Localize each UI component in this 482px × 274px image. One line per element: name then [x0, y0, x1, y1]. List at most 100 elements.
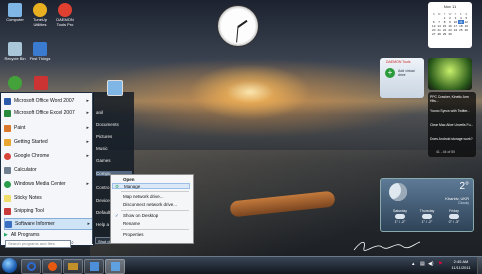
- desktop-icon-label: Recycle Bin: [4, 56, 26, 61]
- start-search-input[interactable]: Search programs and files: [5, 240, 71, 248]
- calendar-date[interactable]: 26: [464, 28, 469, 32]
- add-drive-label: Add virtual drive: [398, 69, 415, 77]
- forecast-temps: 1° / -2°: [421, 220, 433, 224]
- volume-icon[interactable]: ◀): [428, 261, 434, 267]
- weather-gadget[interactable]: 2° Kharkiv, UKR Cloudy Saturday 1° / -2°…: [380, 178, 474, 232]
- start-button[interactable]: [2, 258, 17, 273]
- daemon-tools-gadget[interactable]: DAEMON Tools + Add virtual drive: [380, 58, 424, 98]
- context-item-manage[interactable]: ⚙ Manage: [112, 183, 190, 189]
- feed-item[interactable]: PPC Crasher, Kinetic Arm Hits...: [430, 95, 474, 103]
- taskbar-explorer[interactable]: [63, 259, 83, 274]
- sticky-notes-icon: [4, 194, 11, 202]
- calendar-month: Nov 11: [443, 4, 457, 9]
- calculator-icon: [4, 166, 11, 174]
- program-item[interactable]: Microsoft Office Excel 2007 ▸: [4, 108, 91, 118]
- desktop-icon-utorrent[interactable]: [2, 76, 28, 91]
- clock-gadget[interactable]: [217, 5, 259, 47]
- network-icon[interactable]: ▤: [420, 261, 425, 267]
- photo-gadget[interactable]: [428, 58, 472, 90]
- context-item-disconnect-drive[interactable]: Disconnect network drive...: [123, 202, 177, 207]
- checkmark-icon: ✓: [115, 213, 119, 218]
- context-item-label: Manage: [124, 184, 141, 189]
- places-item-user[interactable]: anil: [96, 110, 132, 115]
- utorrent-icon: [8, 76, 22, 90]
- context-item-show-on-desktop[interactable]: Show on Desktop: [123, 213, 158, 218]
- calendar-grid: S M T W T F S 1 2 3 4 5 6 7 8 9 10 11 12 13 14 15 16 17 18 19 20 21…: [431, 12, 469, 36]
- tuneup-icon: [33, 3, 47, 17]
- program-label: Snipping Tool: [14, 208, 44, 214]
- calendar-gadget[interactable]: Nov 11 S M T W T F S 1 2 3 4 5 6 7 8 9 10 11 12 13 14 15 16 17 1…: [428, 2, 472, 48]
- forecast-day: Friday 0° / -3°: [441, 209, 467, 224]
- context-item-rename[interactable]: Rename: [123, 221, 140, 226]
- program-item[interactable]: Calculator: [4, 165, 91, 175]
- desktop-icon-computer[interactable]: Computer: [2, 3, 28, 23]
- media-center-icon: [4, 180, 11, 188]
- program-item[interactable]: Windows Media Center ▸: [4, 179, 91, 189]
- menu-separator: [121, 229, 189, 230]
- feed-item[interactable]: Does Android storage work?: [430, 137, 474, 141]
- cloud-icon: [422, 214, 432, 219]
- program-item[interactable]: Paint ▸: [4, 123, 91, 133]
- program-label: Windows Media Center: [14, 181, 66, 187]
- submenu-arrow-icon: ▸: [86, 181, 89, 187]
- all-programs-button[interactable]: ▶ All Programs: [4, 230, 91, 240]
- user-picture[interactable]: [107, 80, 123, 96]
- flag-icon[interactable]: ⚑: [438, 261, 442, 267]
- program-label: Microsoft Office Word 2007: [14, 98, 75, 104]
- context-item-map-drive[interactable]: Map network drive...: [123, 194, 164, 199]
- forecast-day-name: Saturday: [392, 209, 407, 213]
- feed-item[interactable]: Yoono Syncs with Twitter...: [430, 109, 474, 113]
- program-item[interactable]: Google Chrome ▸: [4, 151, 91, 161]
- program-item[interactable]: Getting Started ▸: [4, 137, 91, 147]
- desktop-icon-label: TuneUp Utilities: [32, 17, 48, 27]
- context-item-open[interactable]: Open: [123, 177, 135, 182]
- forecast-temps: 1° / -2°: [394, 220, 406, 224]
- clock-minute-hand: [236, 26, 239, 43]
- add-drive-icon: +: [385, 68, 395, 78]
- taskbar-app-active[interactable]: [105, 259, 125, 274]
- search-icon: ⌕: [71, 240, 74, 246]
- desktop-icon-recycle-bin[interactable]: Recycle Bin: [2, 42, 28, 62]
- menu-separator: [121, 210, 189, 211]
- tray-date: 11/11/2011: [451, 265, 471, 270]
- taskbar-app[interactable]: [84, 259, 104, 274]
- desktop-icon-first-things[interactable]: First Things: [27, 42, 53, 62]
- program-item[interactable]: Snipping Tool: [4, 206, 91, 216]
- program-item[interactable]: Sticky Notes: [4, 193, 91, 203]
- program-label: Sticky Notes: [14, 195, 42, 201]
- firefox-icon: [47, 262, 57, 271]
- daemon-brand: DAEMON Tools: [386, 60, 411, 64]
- manage-icon: ⚙: [115, 184, 120, 189]
- weather-temp: 2°: [459, 181, 469, 192]
- folder-icon: [68, 263, 78, 270]
- places-item-documents[interactable]: Documents: [96, 122, 132, 127]
- places-item-games[interactable]: Games: [96, 158, 132, 163]
- submenu-arrow-icon: ▸: [86, 98, 89, 104]
- program-item[interactable]: Microsoft Office Word 2007 ▸: [4, 96, 91, 106]
- submenu-arrow-icon: ▸: [86, 110, 89, 116]
- clock-hour-hand: [237, 19, 248, 28]
- feed-item[interactable]: Clear Mac Alive Unveils Fu...: [430, 123, 474, 127]
- getting-started-icon: [4, 138, 11, 146]
- places-item-music[interactable]: Music: [96, 146, 132, 151]
- calendar-date[interactable]: 30: [447, 32, 452, 36]
- taskbar-ie[interactable]: [21, 259, 41, 274]
- context-item-properties[interactable]: Properties: [123, 232, 144, 237]
- desktop-icon-daemon-tools[interactable]: DAEMON Tools Pro: [52, 3, 78, 27]
- computer-context-menu: Open ⚙ Manage Map network drive... Discon…: [110, 174, 194, 244]
- tray-arrow-icon[interactable]: ▴: [412, 261, 415, 267]
- program-label: Calculator: [14, 167, 37, 173]
- weather-condition: Cloudy: [458, 201, 469, 205]
- program-item[interactable]: Software Informer ▸: [4, 218, 93, 230]
- ie-icon: [26, 262, 36, 271]
- taskbar-firefox[interactable]: [42, 259, 62, 274]
- chrome-icon: [4, 152, 11, 160]
- program-label: Getting Started: [14, 139, 48, 145]
- moon-icon: [389, 183, 407, 201]
- desktop-icon-ccleaner[interactable]: [28, 76, 54, 91]
- window-icon: [110, 262, 120, 271]
- desktop-icon-tuneup[interactable]: TuneUp Utilities: [27, 3, 53, 27]
- tray-clock[interactable]: 2:45 AM 11/11/2011: [446, 259, 476, 271]
- show-desktop-button[interactable]: [477, 257, 482, 274]
- places-item-pictures[interactable]: Pictures: [96, 134, 132, 139]
